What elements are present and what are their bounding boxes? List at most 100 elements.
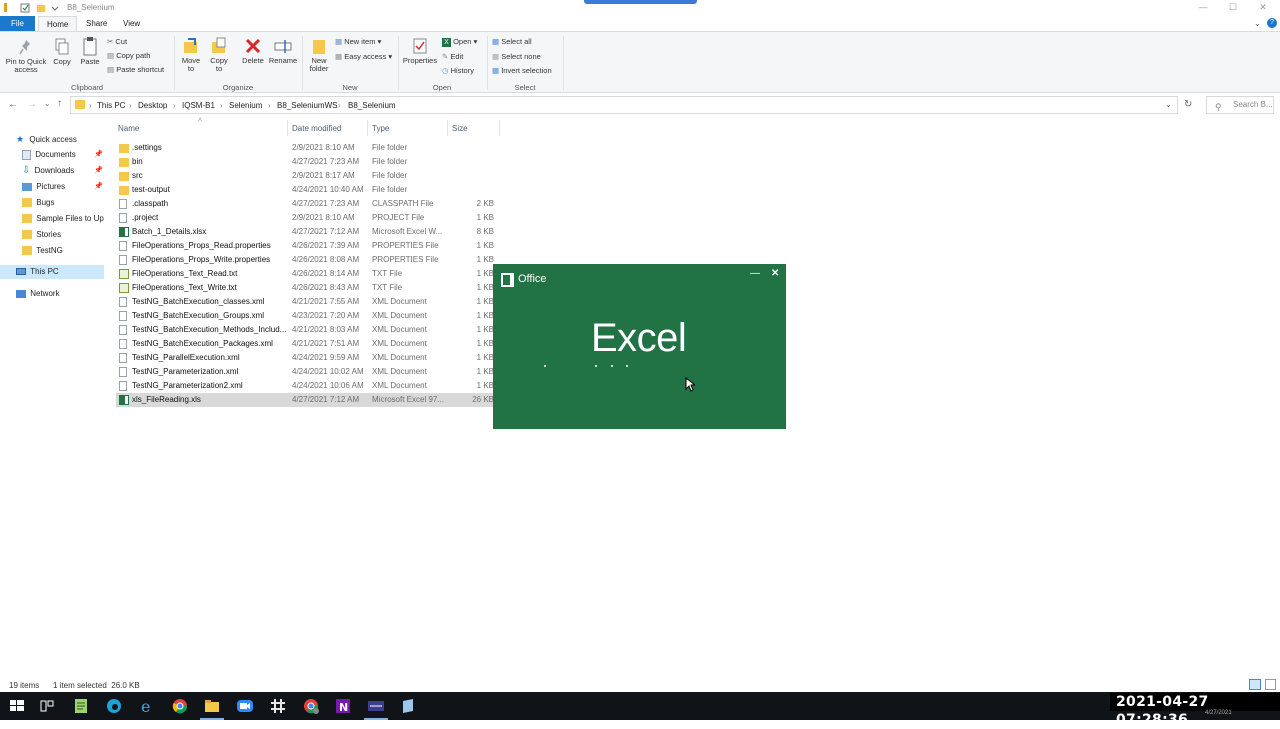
- history-button[interactable]: ◷ History: [442, 65, 474, 77]
- file-row[interactable]: FileOperations_Text_Read.txt 4/26/2021 8:…: [116, 267, 500, 281]
- nav-network[interactable]: Network: [16, 287, 60, 301]
- invert-selection-button[interactable]: ▦ Invert selection: [492, 65, 552, 77]
- copy-button[interactable]: Copy: [50, 38, 74, 66]
- splash-minimize-button[interactable]: —: [750, 268, 760, 279]
- rename-button[interactable]: Rename: [268, 37, 298, 65]
- search-input[interactable]: ⚲ Search B...: [1206, 96, 1274, 114]
- properties-button[interactable]: Properties: [402, 37, 438, 65]
- start-icon[interactable]: [8, 697, 26, 715]
- copy-to-button[interactable]: Copy to: [206, 37, 232, 73]
- tab-view[interactable]: View: [115, 16, 148, 31]
- file-row[interactable]: TestNG_Parameterization.xml 4/24/2021 10:…: [116, 365, 500, 379]
- file-row[interactable]: TestNG_BatchExecution_classes.xml 4/21/20…: [116, 295, 500, 309]
- nav-testng[interactable]: TestNG: [22, 244, 63, 258]
- zoom-icon[interactable]: [236, 697, 254, 715]
- details-view-icon[interactable]: [1249, 679, 1261, 690]
- onenote-icon[interactable]: N: [334, 697, 352, 715]
- notepadpp-icon[interactable]: [72, 697, 90, 715]
- refresh-icon[interactable]: ↻: [1184, 99, 1192, 110]
- file-row[interactable]: bin 4/27/2021 7:23 AM File folder: [116, 155, 500, 169]
- new-folder-quick-icon[interactable]: [36, 2, 46, 14]
- file-row[interactable]: TestNG_ParallelExecution.xml 4/24/2021 9:…: [116, 351, 500, 365]
- breadcrumb-selenium[interactable]: Selenium: [229, 101, 262, 110]
- chevron-down-icon[interactable]: ⌄: [1254, 19, 1261, 28]
- file-row[interactable]: TestNG_BatchExecution_Methods_Includ... 4…: [116, 323, 500, 337]
- file-row[interactable]: FileOperations_Props_Write.properties 4/2…: [116, 253, 500, 267]
- file-row[interactable]: FileOperations_Text_Write.txt 4/26/2021 8…: [116, 281, 500, 295]
- file-row[interactable]: .project 2/9/2021 8:10 AM PROJECT File 1 KB: [116, 211, 500, 225]
- nav-bugs[interactable]: Bugs: [22, 196, 54, 210]
- cut-button[interactable]: ✂ Cut: [107, 36, 127, 48]
- new-item-button[interactable]: ▦ New item ▾: [335, 36, 381, 48]
- file-explorer-icon[interactable]: [203, 697, 221, 715]
- new-folder-button[interactable]: New folder: [306, 37, 332, 73]
- file-row[interactable]: src 2/9/2021 8:17 AM File folder: [116, 169, 500, 183]
- file-row[interactable]: test-output 4/24/2021 10:40 AM File folder: [116, 183, 500, 197]
- breadcrumb-desktop[interactable]: Desktop: [138, 101, 167, 110]
- file-row[interactable]: TestNG_BatchExecution_Packages.xml 4/21/2…: [116, 337, 500, 351]
- help-icon[interactable]: ?: [1267, 18, 1277, 28]
- paste-shortcut-button[interactable]: ▤ Paste shortcut: [107, 64, 164, 76]
- file-row[interactable]: .settings 2/9/2021 8:10 AM File folder: [116, 141, 500, 155]
- nav-this-pc[interactable]: This PC: [0, 265, 104, 279]
- breadcrumb-this-pc[interactable]: This PC: [97, 101, 125, 110]
- column-header-name[interactable]: Name: [118, 124, 139, 133]
- paste-button[interactable]: Paste: [77, 36, 103, 66]
- task-view-icon[interactable]: [38, 697, 56, 715]
- nav-pictures[interactable]: Pictures 📌: [22, 180, 104, 194]
- column-divider[interactable]: [447, 120, 448, 136]
- select-all-button[interactable]: ▦ Select all: [492, 36, 532, 48]
- minimize-button[interactable]: —: [1188, 0, 1218, 14]
- column-divider[interactable]: [287, 120, 288, 136]
- large-icons-view-icon[interactable]: [1265, 679, 1276, 690]
- file-row[interactable]: Batch_1_Details.xlsx 4/27/2021 7:12 AM Mic…: [116, 225, 500, 239]
- up-arrow-icon[interactable]: ↑: [57, 98, 62, 109]
- tab-home[interactable]: Home: [38, 16, 78, 31]
- file-row[interactable]: xls_FileReading.xls 4/27/2021 7:12 AM Micr…: [116, 393, 500, 407]
- open-button[interactable]: X Open ▾: [442, 36, 477, 48]
- chrome-icon[interactable]: [171, 697, 189, 715]
- chevron-down-icon[interactable]: [51, 2, 61, 14]
- file-row[interactable]: TestNG_Parameterization2.xml 4/24/2021 10…: [116, 379, 500, 393]
- move-to-button[interactable]: Move to: [178, 37, 204, 73]
- column-header-size[interactable]: Size: [452, 124, 468, 133]
- copy-path-button[interactable]: ▤ Copy path: [107, 50, 150, 62]
- nav-quick-access[interactable]: ★ Quick access: [16, 132, 77, 146]
- ie-icon[interactable]: e: [138, 697, 156, 715]
- notes-icon[interactable]: [399, 697, 417, 715]
- file-row[interactable]: FileOperations_Props_Read.properties 4/26…: [116, 239, 500, 253]
- edge-icon[interactable]: [105, 697, 123, 715]
- maximize-button[interactable]: ☐: [1218, 0, 1248, 14]
- nav-downloads[interactable]: ⇩ Downloads 📌: [22, 164, 104, 178]
- tab-share[interactable]: Share: [78, 16, 115, 31]
- slack-icon[interactable]: [269, 697, 287, 715]
- file-row[interactable]: TestNG_BatchExecution_Groups.xml 4/23/202…: [116, 309, 500, 323]
- pin-to-quick-access-button[interactable]: Pin to Quick access: [3, 38, 49, 74]
- chevron-down-icon[interactable]: ⌄: [44, 99, 51, 108]
- chrome-icon[interactable]: [302, 697, 320, 715]
- nav-sample-files[interactable]: Sample Files to Uplo: [22, 212, 104, 226]
- terminal-icon[interactable]: [367, 697, 385, 715]
- edit-button[interactable]: ✎ Edit: [442, 51, 463, 63]
- breadcrumb-iqsm-b1[interactable]: IQSM-B1: [182, 101, 215, 110]
- nav-stories[interactable]: Stories: [22, 228, 61, 242]
- delete-button[interactable]: Delete: [240, 37, 266, 65]
- splash-close-button[interactable]: ✕: [771, 268, 779, 279]
- close-button[interactable]: ✕: [1248, 0, 1278, 14]
- back-arrow-icon[interactable]: ←: [8, 99, 18, 110]
- chevron-down-icon[interactable]: ⌄: [1165, 100, 1172, 109]
- properties-quick-icon[interactable]: [20, 2, 30, 14]
- breadcrumb-b8-selenium[interactable]: B8_Selenium: [348, 101, 396, 110]
- file-row[interactable]: .classpath 4/27/2021 7:23 AM CLASSPATH Fil…: [116, 197, 500, 211]
- column-header-date[interactable]: Date modified: [292, 124, 341, 133]
- column-divider[interactable]: [367, 120, 368, 136]
- column-divider[interactable]: [499, 120, 500, 136]
- forward-arrow-icon[interactable]: →: [27, 99, 37, 110]
- breadcrumb-b8-seleniumws[interactable]: B8_SeleniumWS: [277, 101, 337, 110]
- select-none-button[interactable]: ▦ Select none: [492, 51, 541, 63]
- tab-file[interactable]: File: [0, 16, 35, 31]
- column-header-type[interactable]: Type: [372, 124, 389, 133]
- nav-documents[interactable]: Documents 📌: [22, 148, 104, 162]
- address-bar[interactable]: › This PC › Desktop › IQSM-B1 › Selenium…: [70, 96, 1178, 114]
- easy-access-button[interactable]: ▦ Easy access ▾: [335, 51, 392, 63]
